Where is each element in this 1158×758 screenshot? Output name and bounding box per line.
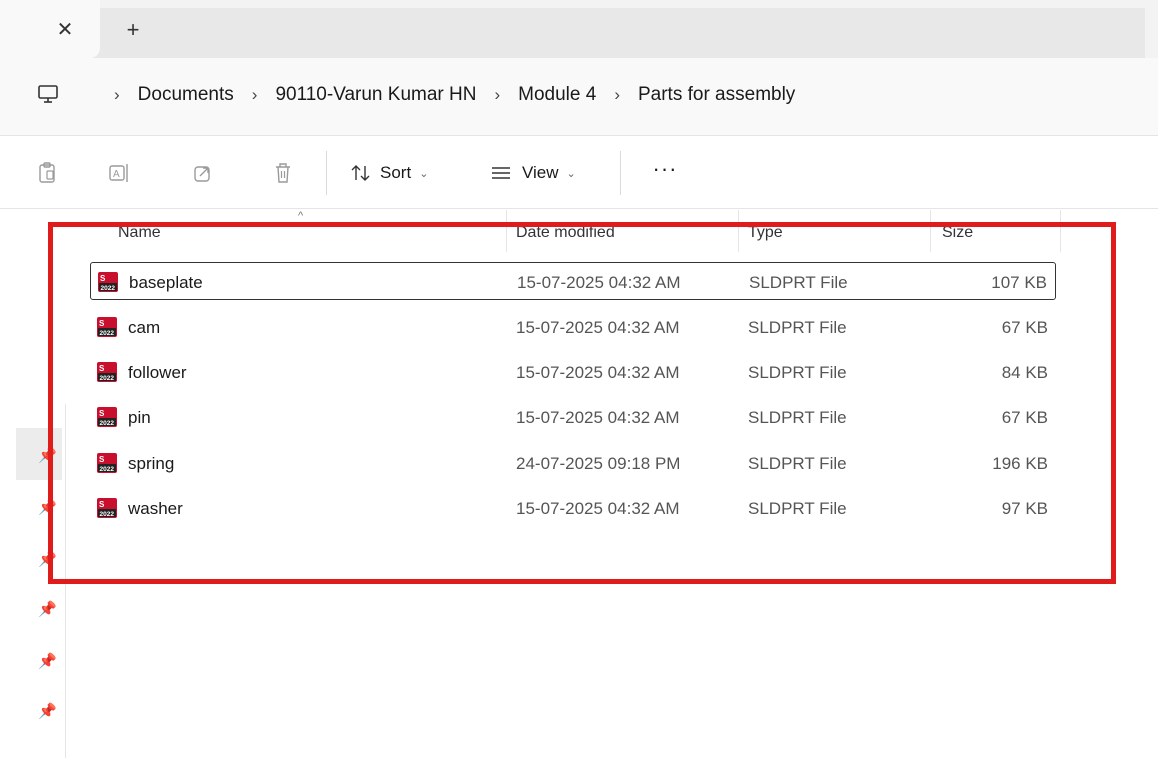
pin-icon[interactable]: 📌 xyxy=(38,602,57,618)
delete-icon[interactable] xyxy=(272,161,294,185)
view-label: View xyxy=(522,163,559,182)
breadcrumb-separator[interactable]: › xyxy=(600,85,634,105)
breadcrumb-separator[interactable]: › xyxy=(238,85,272,105)
breadcrumb-item-documents[interactable]: Documents xyxy=(134,84,238,106)
view-button[interactable]: View ⌄ xyxy=(490,159,576,187)
breadcrumb-item-user-folder[interactable]: 90110-Varun Kumar HN xyxy=(271,84,480,106)
share-icon[interactable] xyxy=(192,161,214,185)
tab-bar: ✕ + xyxy=(0,0,1158,58)
rename-icon[interactable]: A xyxy=(108,161,130,185)
chevron-down-icon: ⌄ xyxy=(566,167,576,180)
address-bar: › Documents › 90110-Varun Kumar HN › Mod… xyxy=(0,58,1158,136)
sort-icon xyxy=(351,165,370,181)
tab-strip xyxy=(0,8,1145,58)
breadcrumb: › Documents › 90110-Varun Kumar HN › Mod… xyxy=(100,84,799,106)
breadcrumb-separator[interactable]: › xyxy=(480,85,514,105)
view-icon xyxy=(492,167,510,179)
close-tab-button[interactable]: ✕ xyxy=(50,16,80,44)
paste-icon[interactable] xyxy=(36,161,58,185)
breadcrumb-item-module[interactable]: Module 4 xyxy=(514,84,600,106)
pin-icon[interactable]: 📌 xyxy=(38,654,57,670)
command-divider xyxy=(326,151,327,195)
sort-button[interactable]: Sort ⌄ xyxy=(350,159,428,187)
command-divider xyxy=(620,151,621,195)
this-pc-icon[interactable] xyxy=(36,82,60,106)
sort-label: Sort xyxy=(380,163,412,182)
new-tab-button[interactable]: + xyxy=(118,16,148,44)
svg-text:A: A xyxy=(113,169,120,180)
command-bar: A Sort ⌄ View ⌄ ··· xyxy=(0,137,1158,209)
sort-ascending-icon: ^ xyxy=(298,210,304,222)
breadcrumb-item-current[interactable]: Parts for assembly xyxy=(634,84,799,106)
more-options-button[interactable]: ··· xyxy=(648,158,682,187)
breadcrumb-separator[interactable]: › xyxy=(100,85,134,105)
highlight-box xyxy=(48,222,1116,584)
chevron-down-icon: ⌄ xyxy=(419,167,429,180)
pin-icon[interactable]: 📌 xyxy=(38,704,57,720)
